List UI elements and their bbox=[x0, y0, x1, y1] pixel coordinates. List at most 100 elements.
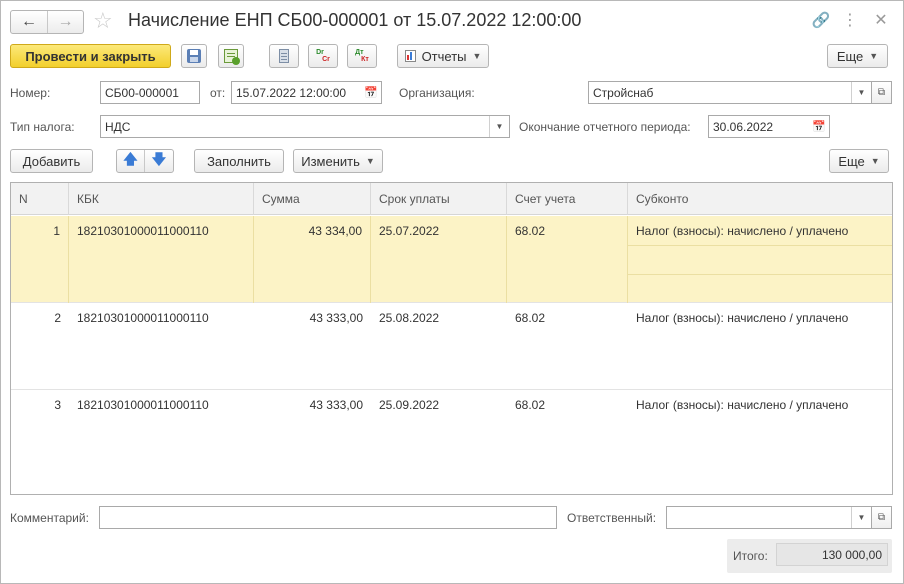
move-up-icon[interactable]: 🡅 bbox=[117, 150, 145, 172]
table-row[interactable]: 3 18210301000011000110 43 333,00 25.09.2… bbox=[11, 390, 892, 477]
more-button-top[interactable]: Еще ▼ bbox=[827, 44, 888, 68]
period-end-value: 30.06.2022 bbox=[713, 119, 774, 134]
tax-type-label: Тип налога: bbox=[10, 120, 75, 134]
subconto-divider bbox=[628, 245, 892, 246]
responsible-field[interactable]: ▼ bbox=[666, 506, 872, 529]
date-label: от: bbox=[210, 86, 226, 100]
navigation-buttons: ← → bbox=[10, 10, 84, 34]
sum-cell[interactable]: 43 333,00 bbox=[254, 390, 371, 477]
change-button[interactable]: Изменить ▼ bbox=[293, 149, 383, 173]
number-label: Номер: bbox=[10, 86, 51, 100]
post-document-icon bbox=[224, 49, 240, 65]
total-field: 130 000,00 bbox=[776, 543, 888, 566]
subconto-cell[interactable]: Налог (взносы): начислено / уплачено bbox=[628, 216, 892, 303]
back-arrow-icon[interactable]: ← bbox=[11, 11, 47, 33]
change-label: Изменить bbox=[301, 153, 360, 169]
due-date-cell[interactable]: 25.09.2022 bbox=[371, 390, 507, 477]
number-field[interactable]: СБ00-000001 bbox=[100, 81, 200, 104]
organization-field[interactable]: Стройснаб ▼ bbox=[588, 81, 872, 104]
column-header-due-date[interactable]: Срок уплаты bbox=[371, 183, 507, 215]
post-button[interactable] bbox=[218, 44, 244, 68]
subconto-divider bbox=[628, 274, 892, 275]
dt-kt-button[interactable]: Дт Кт bbox=[347, 44, 377, 68]
floppy-disk-icon bbox=[187, 49, 201, 63]
more-label: Еще bbox=[836, 48, 864, 64]
dr-cr-icon: Dr Cr bbox=[316, 49, 330, 63]
period-end-field[interactable]: 30.06.2022 📅 bbox=[708, 115, 830, 138]
sum-cell[interactable]: 43 333,00 bbox=[254, 303, 371, 390]
column-header-subconto[interactable]: Субконто bbox=[628, 183, 892, 215]
account-cell[interactable]: 68.02 bbox=[507, 303, 628, 390]
payments-table[interactable]: N КБК Сумма Срок уплаты Счет учета Субко… bbox=[10, 182, 893, 495]
table-header: N КБК Сумма Срок уплаты Счет учета Субко… bbox=[11, 183, 892, 215]
move-down-icon[interactable]: 🡇 bbox=[145, 150, 173, 172]
dropdown-caret-icon: ▼ bbox=[472, 51, 482, 61]
number-value: СБ00-000001 bbox=[105, 85, 179, 100]
journal-button[interactable] bbox=[269, 44, 299, 68]
dropdown-arrow-icon[interactable]: ▼ bbox=[489, 116, 509, 137]
date-field[interactable]: 15.07.2022 12:00:00 📅 bbox=[231, 81, 382, 104]
calendar-icon[interactable]: 📅 bbox=[809, 116, 829, 137]
close-icon[interactable]: ✕ bbox=[870, 9, 892, 31]
column-header-account[interactable]: Счет учета bbox=[507, 183, 628, 215]
open-responsible-button[interactable]: ⧉ bbox=[871, 506, 892, 529]
link-icon[interactable]: 🔗 bbox=[810, 9, 832, 31]
total-value: 130 000,00 bbox=[821, 547, 882, 562]
due-date-cell[interactable]: 25.07.2022 bbox=[371, 216, 507, 303]
document-window: ← → ☆ Начисление ЕНП СБ00-000001 от 15.0… bbox=[0, 0, 904, 584]
dropdown-arrow-icon[interactable]: ▼ bbox=[851, 507, 871, 528]
dropdown-caret-icon: ▼ bbox=[870, 156, 880, 166]
report-chart-icon bbox=[404, 50, 416, 62]
date-value: 15.07.2022 12:00:00 bbox=[236, 85, 347, 100]
open-window-icon: ⧉ bbox=[877, 512, 886, 523]
star-icon[interactable]: ☆ bbox=[93, 7, 113, 35]
total-label: Итого: bbox=[733, 549, 768, 563]
tax-type-field[interactable]: НДС ▼ bbox=[100, 115, 510, 138]
organization-value: Стройснаб bbox=[593, 85, 654, 100]
forward-arrow-icon[interactable]: → bbox=[47, 11, 83, 33]
calendar-icon[interactable]: 📅 bbox=[361, 82, 381, 103]
row-number: 1 bbox=[11, 216, 69, 303]
responsible-label: Ответственный: bbox=[567, 511, 657, 525]
open-window-icon: ⧉ bbox=[877, 87, 886, 98]
sum-cell[interactable]: 43 334,00 bbox=[254, 216, 371, 303]
table-row[interactable]: 2 18210301000011000110 43 333,00 25.08.2… bbox=[11, 303, 892, 390]
comment-field[interactable] bbox=[99, 506, 557, 529]
reports-button[interactable]: Отчеты ▼ bbox=[397, 44, 489, 68]
subconto-cell[interactable]: Налог (взносы): начислено / уплачено bbox=[628, 303, 892, 390]
column-header-sum[interactable]: Сумма bbox=[254, 183, 371, 215]
subconto-cell[interactable]: Налог (взносы): начислено / уплачено bbox=[628, 390, 892, 477]
move-buttons: 🡅 🡇 bbox=[116, 149, 174, 173]
tax-type-value: НДС bbox=[105, 119, 131, 134]
row-number: 3 bbox=[54, 398, 61, 412]
more-vertical-icon[interactable]: ⋮ bbox=[839, 9, 861, 31]
organization-label: Организация: bbox=[399, 86, 475, 100]
due-date-cell[interactable]: 25.08.2022 bbox=[371, 303, 507, 390]
comment-label: Комментарий: bbox=[10, 511, 89, 525]
save-button[interactable] bbox=[181, 44, 207, 68]
row-number: 2 bbox=[54, 311, 61, 325]
dropdown-caret-icon: ▼ bbox=[869, 51, 879, 61]
column-header-kbk[interactable]: КБК bbox=[69, 183, 254, 215]
kbk-cell[interactable]: 18210301000011000110 bbox=[69, 303, 254, 390]
reports-label: Отчеты bbox=[421, 48, 467, 64]
more-button-table[interactable]: Еще ▼ bbox=[829, 149, 889, 173]
column-header-n[interactable]: N bbox=[11, 183, 69, 215]
period-end-label: Окончание отчетного периода: bbox=[519, 120, 691, 134]
post-and-close-button[interactable]: Провести и закрыть bbox=[10, 44, 171, 68]
fill-button[interactable]: Заполнить bbox=[194, 149, 284, 173]
kbk-cell[interactable]: 18210301000011000110 bbox=[69, 216, 254, 303]
dropdown-caret-icon: ▼ bbox=[365, 156, 375, 166]
account-cell[interactable]: 68.02 bbox=[507, 390, 628, 477]
add-row-button[interactable]: Добавить bbox=[10, 149, 93, 173]
account-cell[interactable]: 68.02 bbox=[507, 216, 628, 303]
more-label: Еще bbox=[838, 153, 865, 169]
window-title: Начисление ЕНП СБ00-000001 от 15.07.2022… bbox=[128, 10, 582, 30]
dr-cr-button[interactable]: Dr Cr bbox=[308, 44, 338, 68]
table-row[interactable]: 1 18210301000011000110 43 334,00 25.07.2… bbox=[11, 216, 892, 303]
dropdown-arrow-icon[interactable]: ▼ bbox=[851, 82, 871, 103]
kbk-cell[interactable]: 18210301000011000110 bbox=[69, 390, 254, 477]
document-list-icon bbox=[279, 49, 289, 63]
dt-kt-icon: Дт Кт bbox=[355, 49, 369, 63]
open-organization-button[interactable]: ⧉ bbox=[871, 81, 892, 104]
